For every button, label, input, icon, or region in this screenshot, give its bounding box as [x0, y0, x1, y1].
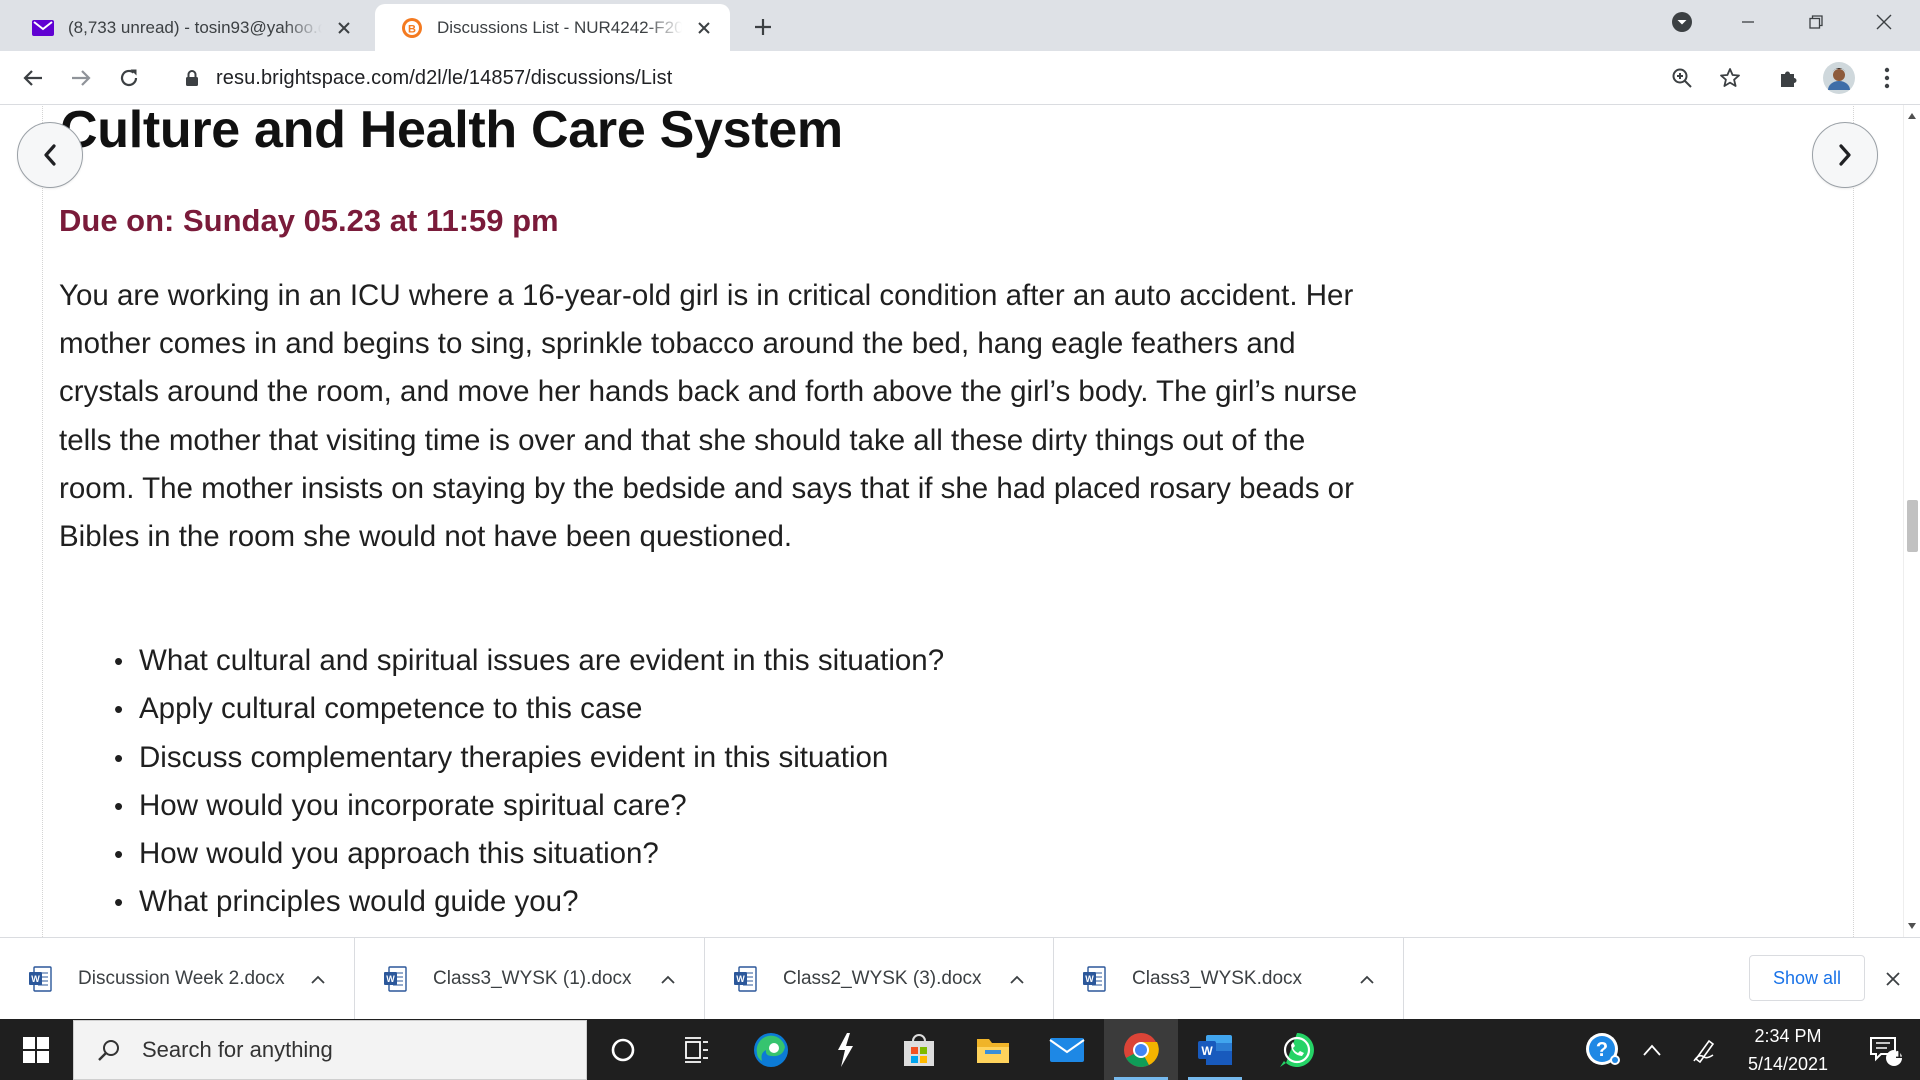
download-filename: Class3_WYSK (1).docx	[433, 968, 632, 989]
windows-taskbar: Search for anything W ? 2:34 PM 5/14/202…	[0, 1019, 1920, 1080]
clock-date: 5/14/2021	[1747, 1053, 1829, 1074]
scenario-paragraph: You are working in an ICU where a 16-yea…	[59, 279, 1358, 554]
word-app-icon[interactable]: W	[1178, 1019, 1252, 1080]
arrow-left-icon	[23, 70, 42, 86]
chevron-up-icon[interactable]	[1007, 969, 1027, 989]
download-filename: Class3_WYSK.docx	[1132, 968, 1303, 989]
page-scrollbar[interactable]	[1903, 105, 1920, 937]
close-tab-icon[interactable]	[332, 16, 356, 40]
chevron-up-icon[interactable]	[658, 969, 678, 989]
chevron-up-icon[interactable]	[308, 969, 328, 989]
new-tab-button[interactable]	[746, 10, 780, 44]
chrome-browser-icon[interactable]	[1104, 1019, 1178, 1080]
list-item: What cultural and spiritual issues are e…	[59, 637, 944, 686]
reload-button[interactable]	[110, 59, 148, 97]
lock-icon	[182, 68, 202, 88]
download-item[interactable]: W Class3_WYSK (1).docx	[355, 938, 705, 1020]
back-button[interactable]	[14, 59, 52, 97]
url-text: resu.brightspace.com/d2l/le/14857/discus…	[216, 66, 673, 89]
browser-menu-icon[interactable]	[1868, 59, 1906, 97]
download-item[interactable]: W Discussion Week 2.docx	[0, 938, 355, 1020]
clock-time: 2:34 PM	[1754, 1025, 1822, 1046]
download-filename: Discussion Week 2.docx	[78, 968, 285, 989]
tab-search-icon[interactable]	[1652, 0, 1712, 44]
notification-count: 1	[1895, 1045, 1903, 1061]
search-placeholder: Search for anything	[142, 1037, 333, 1062]
browser-toolbar: resu.brightspace.com/d2l/le/14857/discus…	[0, 51, 1920, 105]
tab-title: Discussions List - NUR4242-F20-NURSING	[437, 17, 682, 37]
svg-text:W: W	[1201, 1044, 1213, 1058]
start-button[interactable]	[0, 1019, 72, 1080]
yahoo-mail-icon	[32, 17, 54, 39]
word-doc-icon: W	[29, 966, 52, 992]
svg-text:W: W	[736, 974, 745, 984]
bookmark-star-icon[interactable]	[1711, 59, 1749, 97]
mail-icon[interactable]	[1030, 1019, 1104, 1080]
download-item[interactable]: W Class2_WYSK (3).docx	[705, 938, 1054, 1020]
download-item[interactable]: W Class3_WYSK.docx	[1054, 938, 1404, 1020]
chevron-right-icon	[1839, 144, 1851, 166]
task-view-icon[interactable]	[660, 1019, 734, 1080]
file-explorer-icon[interactable]	[956, 1019, 1030, 1080]
tab-title: (8,733 unread) - tosin93@yahoo.com	[68, 17, 322, 37]
reload-icon	[120, 69, 138, 87]
minimize-window-icon[interactable]	[1718, 0, 1778, 44]
arrow-right-icon	[72, 70, 91, 86]
close-tab-icon[interactable]	[692, 16, 716, 40]
due-date: Due on: Sunday 05.23 at 11:59 pm	[59, 203, 559, 238]
page-title: Culture and Health Care System	[60, 105, 843, 159]
list-item: How would you approach this situation?	[59, 830, 944, 879]
tab-discussions-list[interactable]: B Discussions List - NUR4242-F20-NURSING	[375, 4, 730, 51]
previous-topic-button[interactable]	[17, 122, 83, 188]
tab-yahoo-mail[interactable]: (8,733 unread) - tosin93@yahoo.com	[6, 4, 370, 51]
forward-button[interactable]	[62, 59, 100, 97]
system-clock[interactable]: 2:34 PM 5/14/2021	[1728, 1019, 1848, 1080]
pen-ink-icon[interactable]	[1684, 1019, 1724, 1080]
search-icon	[94, 1035, 124, 1065]
address-bar[interactable]: resu.brightspace.com/d2l/le/14857/discus…	[166, 59, 1740, 97]
app-bolt-icon[interactable]	[808, 1019, 882, 1080]
close-downloads-icon[interactable]	[1878, 964, 1908, 994]
whatsapp-icon[interactable]	[1260, 1019, 1334, 1080]
profile-avatar[interactable]	[1820, 59, 1858, 97]
brightspace-icon: B	[401, 17, 423, 39]
svg-text:W: W	[31, 974, 40, 984]
extensions-puzzle-icon[interactable]	[1770, 59, 1808, 97]
list-item: How would you incorporate spiritual care…	[59, 782, 944, 831]
download-filename: Class2_WYSK (3).docx	[783, 968, 982, 989]
scrollbar-thumb[interactable]	[1907, 500, 1918, 552]
restore-window-icon[interactable]	[1786, 0, 1846, 44]
zoom-icon[interactable]	[1663, 59, 1701, 97]
svg-text:?: ?	[1596, 1039, 1608, 1061]
question-list: What cultural and spiritual issues are e…	[59, 637, 944, 927]
close-window-icon[interactable]	[1854, 0, 1914, 44]
downloads-shelf: W Discussion Week 2.docx W Class3_WYSK (…	[0, 937, 1920, 1020]
list-item: Apply cultural competence to this case	[59, 685, 944, 734]
word-doc-icon: W	[734, 966, 757, 992]
chevron-left-icon	[44, 144, 56, 166]
list-item: What principles would guide you?	[59, 878, 944, 927]
windows-logo-icon	[23, 1036, 49, 1063]
word-doc-icon: W	[1083, 966, 1106, 992]
edge-browser-icon[interactable]	[734, 1019, 808, 1080]
svg-text:W: W	[386, 974, 395, 984]
tab-strip: (8,733 unread) - tosin93@yahoo.com B Dis…	[0, 0, 1920, 51]
scroll-up-icon[interactable]	[1908, 113, 1916, 119]
svg-text:B: B	[408, 23, 416, 35]
show-all-downloads-button[interactable]: Show all	[1749, 955, 1865, 1001]
next-topic-button[interactable]	[1812, 122, 1878, 188]
page-viewport: Culture and Health Care System Due on: S…	[0, 105, 1920, 937]
taskbar-search-input[interactable]: Search for anything	[73, 1020, 587, 1080]
microsoft-store-icon[interactable]	[882, 1019, 956, 1080]
help-tray-icon[interactable]: ?	[1578, 1019, 1628, 1080]
chevron-up-icon[interactable]	[1357, 969, 1377, 989]
svg-text:W: W	[1085, 974, 1094, 984]
word-doc-icon: W	[384, 966, 407, 992]
chevron-up-icon[interactable]	[1632, 1019, 1672, 1080]
notifications-button[interactable]: 1	[1850, 1019, 1920, 1080]
cortana-icon[interactable]	[586, 1019, 660, 1080]
scroll-down-icon[interactable]	[1908, 923, 1916, 929]
list-item: Discuss complementary therapies evident …	[59, 734, 944, 783]
